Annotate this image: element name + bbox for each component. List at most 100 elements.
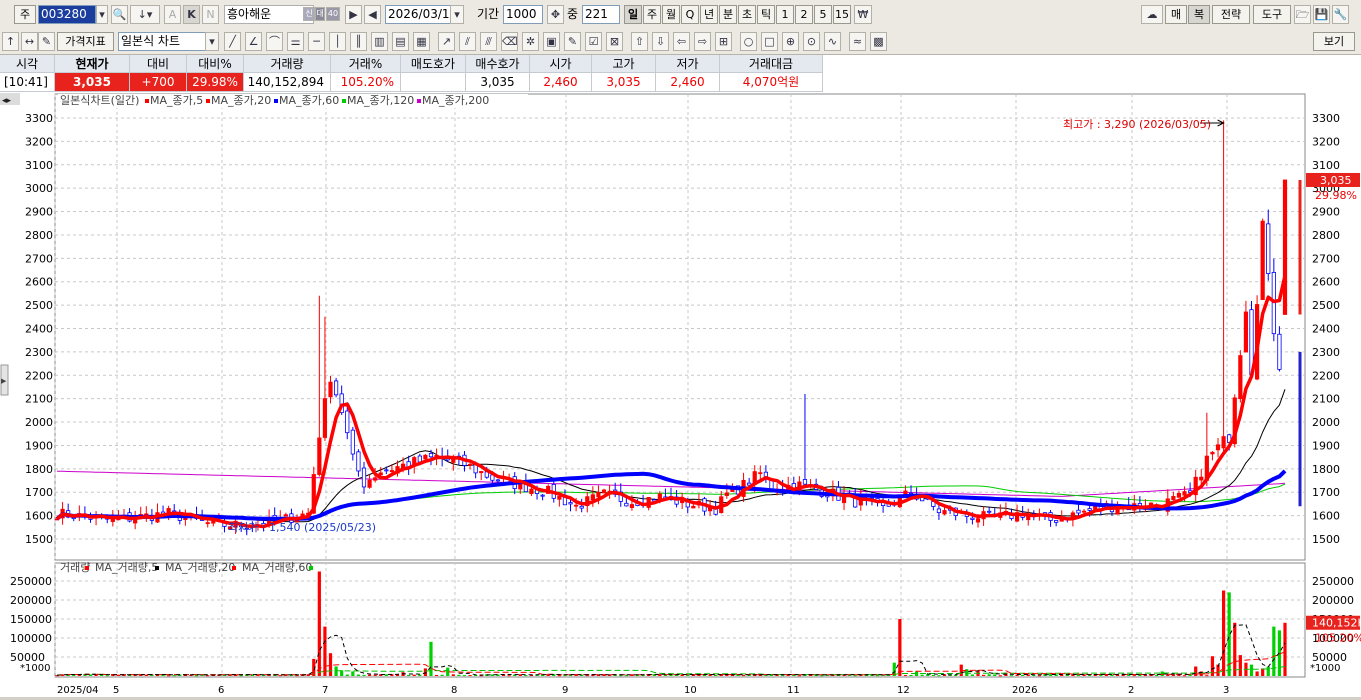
- up-tool-icon[interactable]: ⇧: [631, 32, 648, 51]
- interval-tab-3[interactable]: Q: [681, 5, 699, 24]
- interval-tab-2[interactable]: 월: [662, 5, 680, 24]
- interval-tab-6[interactable]: 초: [738, 5, 756, 24]
- circle-tool-icon[interactable]: ○: [740, 32, 757, 51]
- eraser-tool-icon[interactable]: ⌫: [501, 32, 518, 51]
- prev-arrow-icon[interactable]: ◀: [364, 5, 381, 24]
- interval-tab-5[interactable]: 분: [719, 5, 737, 24]
- interval-tab-1[interactable]: 주: [643, 5, 661, 24]
- candle-body: [624, 502, 629, 507]
- volume-bar: [920, 674, 924, 676]
- a-toggle[interactable]: A: [164, 5, 181, 24]
- grid-b-tool-icon[interactable]: ▥: [371, 32, 388, 51]
- folder-icon[interactable]: 🗁: [1294, 5, 1311, 24]
- low-annotation: 최저가 : 1,540 (2025/05/23): [228, 521, 376, 534]
- period-expand-icon[interactable]: ₩: [854, 5, 872, 24]
- candle-body: [1210, 451, 1215, 455]
- parallel-tool-icon[interactable]: ⫽: [459, 32, 476, 51]
- grid-c-tool-icon[interactable]: ▤: [392, 32, 409, 51]
- zoom-tool-icon[interactable]: ⊕: [782, 32, 799, 51]
- candle-body: [350, 429, 355, 455]
- sort-icon[interactable]: ↓▾: [130, 5, 160, 24]
- target-tool-icon[interactable]: ⊙: [803, 32, 820, 51]
- interval-tab-0[interactable]: 일: [624, 5, 642, 24]
- price-tick-right: 3300: [1312, 112, 1340, 125]
- fill-tool-icon[interactable]: ▣: [543, 32, 560, 51]
- code-dropdown-icon[interactable]: ▾: [96, 5, 108, 24]
- n-toggle[interactable]: N: [202, 5, 219, 24]
- price-tick-left: 1700: [25, 486, 53, 499]
- interval-tab-4[interactable]: 년: [700, 5, 718, 24]
- wave-tool-icon[interactable]: ∿: [824, 32, 841, 51]
- fan-tool-icon[interactable]: ⌒: [266, 32, 283, 51]
- channel-tool-icon[interactable]: ⫻: [480, 32, 497, 51]
- view-button[interactable]: 보기: [1313, 32, 1355, 51]
- candle-body: [389, 470, 395, 473]
- stock-code-input[interactable]: 003280: [38, 5, 96, 24]
- move-icon[interactable]: ✥: [547, 5, 564, 24]
- grid-d-tool-icon[interactable]: ▦: [413, 32, 430, 51]
- date-input[interactable]: 2026/03/16: [385, 5, 451, 24]
- check-tool-icon[interactable]: ☑: [585, 32, 602, 51]
- expand-up-icon[interactable]: ↑: [2, 32, 19, 51]
- search-icon[interactable]: 🔍: [111, 5, 128, 24]
- interval-tab-11[interactable]: 15: [833, 5, 851, 24]
- expand-horizontal-icon[interactable]: ↔: [21, 32, 38, 51]
- down-tool-icon[interactable]: ⇩: [652, 32, 669, 51]
- vline-tool-icon[interactable]: │: [329, 32, 346, 51]
- tools-button[interactable]: 도구: [1253, 5, 1291, 24]
- edit-icon[interactable]: ✎: [38, 32, 55, 51]
- ray-tool-icon[interactable]: ↗: [438, 32, 455, 51]
- candle-body: [361, 467, 367, 488]
- chart-type-select[interactable]: 일본식 차트: [118, 32, 208, 51]
- right-tool-icon[interactable]: ⇨: [694, 32, 711, 51]
- drawing-toolbar: ↑ ↔ ✎ 가격지표 일본식 차트 ▾ ╱ ∠ ⌒ ⚌ ─ │ ║ ▥ ▤ ▦ ↗ ⫽ ⫻ ⌫ ✲ ▣ ✎ ☑ ⊠ ⇧…: [0, 29, 1361, 55]
- volume-bar: [434, 674, 439, 676]
- candle-body: [283, 514, 288, 517]
- rect-tool-icon[interactable]: □: [761, 32, 778, 51]
- button-1[interactable]: 매: [1165, 5, 1187, 24]
- wave2-tool-icon[interactable]: ≈: [849, 32, 866, 51]
- strategy-button[interactable]: 전략: [1212, 5, 1250, 24]
- price-tick-left: 2100: [25, 393, 53, 406]
- volume-tick-left: 150000: [10, 613, 52, 626]
- price-tick-left: 3000: [25, 182, 53, 195]
- indicator-button[interactable]: 가격지표: [57, 32, 114, 51]
- angle-tool-icon[interactable]: ∠: [245, 32, 262, 51]
- grid-a-tool-icon[interactable]: ║: [350, 32, 367, 51]
- price-chart[interactable]: 3300 33003200 32003100 31003000 30002900 2900…: [0, 93, 1361, 697]
- candle-body: [317, 437, 322, 475]
- button-2[interactable]: 복: [1188, 5, 1210, 24]
- count-input[interactable]: 221: [582, 5, 620, 24]
- chart-background: [0, 93, 1361, 697]
- image-tool-icon[interactable]: ▩: [870, 32, 887, 51]
- box-tool-icon[interactable]: ⊠: [606, 32, 623, 51]
- note-tool-icon[interactable]: ✎: [564, 32, 581, 51]
- candle-body: [1182, 491, 1187, 496]
- line-tool-icon[interactable]: ╱: [224, 32, 241, 51]
- interval-tab-8[interactable]: 1: [776, 5, 794, 24]
- volume-bar: [797, 675, 801, 677]
- text-tool-icon[interactable]: ⊞: [715, 32, 732, 51]
- quote-table: 시각 [10:41] 현재가 3,035 대비 +700 대비% 29.98% 거래량 140,1…: [0, 55, 1361, 93]
- candle-body: [579, 505, 584, 509]
- chart-area[interactable]: 3300 3300 3200 3200 3100 3100 3000 3000 2900 2900…: [0, 93, 1361, 697]
- save-icon[interactable]: 💾: [1313, 5, 1330, 24]
- interval-tab-10[interactable]: 5: [814, 5, 832, 24]
- interval-tab-9[interactable]: 2: [795, 5, 813, 24]
- hline-tool-icon[interactable]: ─: [308, 32, 325, 51]
- cloud-icon[interactable]: ☁: [1141, 5, 1163, 24]
- next-arrow-icon[interactable]: ▶: [345, 5, 362, 24]
- volume-bar: [167, 675, 171, 677]
- chart-type-dropdown-icon[interactable]: ▾: [205, 32, 219, 51]
- candle-body: [975, 518, 981, 523]
- magic-tool-icon[interactable]: ✲: [522, 32, 539, 51]
- market-selector[interactable]: 주: [14, 5, 36, 24]
- interval-tab-7[interactable]: 틱: [757, 5, 775, 24]
- period-input[interactable]: 1000: [503, 5, 543, 24]
- k-toggle[interactable]: K: [183, 5, 200, 24]
- calendar-dropdown-icon[interactable]: ▾: [450, 5, 464, 24]
- left-tool-icon[interactable]: ⇦: [673, 32, 690, 51]
- wrench-icon[interactable]: 🔧: [1332, 5, 1349, 24]
- pitch-tool-icon[interactable]: ⚌: [287, 32, 304, 51]
- candle-body: [1076, 509, 1081, 514]
